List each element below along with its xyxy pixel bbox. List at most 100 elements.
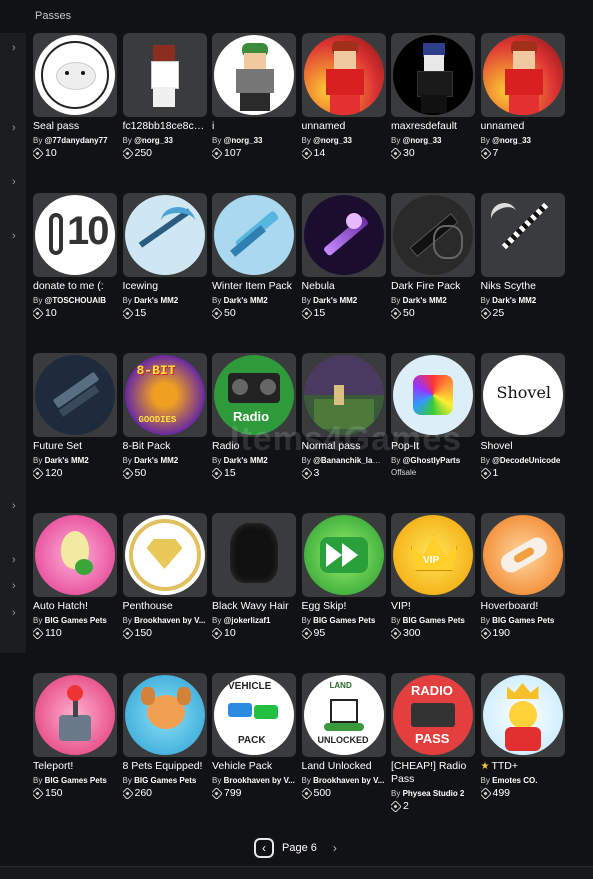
pass-name[interactable]: Winter Item Pack [212, 280, 296, 293]
dark-fire-icon[interactable] [391, 193, 475, 277]
pass-card[interactable]: Radio Radio By Dark's MM2 15 [212, 353, 296, 513]
pass-creator[interactable]: By Brookhaven by V... [302, 775, 386, 786]
ice-scythe-icon[interactable] [122, 193, 207, 277]
pass-name[interactable]: 8 Pets Equipped! [123, 760, 207, 773]
pass-creator[interactable]: By BIG Games Pets [33, 615, 117, 626]
pass-name[interactable]: Radio [212, 440, 296, 453]
shovel-text-icon[interactable]: Shovel [480, 353, 565, 437]
chevron-right-icon[interactable]: › [12, 555, 22, 566]
pass-name[interactable]: Penthouse [123, 600, 207, 613]
chevron-right-icon[interactable]: › [12, 231, 22, 242]
pass-card[interactable]: Normal pass By @Bananchik_lam... 3 [301, 353, 386, 513]
pass-card[interactable]: Egg Skip! By BIG Games Pets 95 [301, 513, 386, 673]
game-scene-icon[interactable] [301, 353, 386, 437]
pass-card[interactable]: Pop-It By @GhostlyParts Offsale [391, 353, 475, 513]
avatar-green-hair-icon[interactable] [212, 33, 296, 117]
next-page-button[interactable]: › [325, 838, 345, 858]
pass-creator[interactable]: By Dark's MM2 [123, 455, 207, 466]
chevron-right-icon[interactable]: › [12, 581, 22, 592]
pass-card[interactable]: 10 donate to me (: By @TOSCHOUAIB 10 [33, 193, 117, 353]
pass-card[interactable]: VEHICLE PACK Vehicle Pack By Brookhaven by … [212, 673, 296, 833]
pass-name[interactable]: i [212, 120, 296, 133]
pass-creator[interactable]: By Dark's MM2 [212, 455, 296, 466]
pass-card[interactable]: fc128bb18ce8c17... By @norg_33 250 [122, 33, 207, 193]
pass-name[interactable]: Pop-It [391, 440, 475, 453]
chevron-right-icon[interactable]: › [12, 123, 22, 134]
pass-card[interactable]: Nebula By Dark's MM2 15 [301, 193, 386, 353]
pass-card[interactable]: unnamed By @norg_33 7 [480, 33, 565, 193]
pass-card[interactable]: Seal pass By @77danydany77 10 [33, 33, 117, 193]
pass-card[interactable]: unnamed By @norg_33 14 [301, 33, 386, 193]
pass-creator[interactable]: By @77danydany77 [33, 135, 117, 146]
previous-page-button[interactable]: ‹ [254, 838, 274, 858]
pass-card[interactable]: Penthouse By Brookhaven by V... 150 [122, 513, 207, 673]
pass-creator[interactable]: By Emotes CO. [481, 775, 565, 786]
avatar-red-hair-icon[interactable] [480, 33, 565, 117]
pass-creator[interactable]: By @norg_33 [302, 135, 386, 146]
pass-creator[interactable]: By BIG Games Pets [33, 775, 117, 786]
ice-knife-icon[interactable] [212, 193, 296, 277]
pass-creator[interactable]: By @DecodeUnicode [481, 455, 565, 466]
pass-card[interactable]: Icewing By Dark's MM2 15 [122, 193, 207, 353]
pass-name[interactable]: Dark Fire Pack [391, 280, 475, 293]
hair-icon[interactable] [212, 513, 296, 597]
chevron-right-icon[interactable]: › [12, 43, 22, 54]
pass-name[interactable]: Teleport! [33, 760, 117, 773]
vehicle-icon[interactable]: VEHICLE PACK [212, 673, 296, 757]
pass-creator[interactable]: By @norg_33 [481, 135, 565, 146]
nebula-knife-icon[interactable] [301, 193, 386, 277]
pass-name[interactable]: Shovel [481, 440, 565, 453]
pass-card[interactable]: Future Set By Dark's MM2 120 [33, 353, 117, 513]
pass-name[interactable]: Hoverboard! [481, 600, 565, 613]
pass-name[interactable]: [CHEAP!] Radio Pass [391, 760, 475, 786]
pass-creator[interactable]: By @GhostlyParts [391, 455, 475, 466]
pass-creator[interactable]: By BIG Games Pets [481, 615, 565, 626]
pass-creator[interactable]: By Brookhaven by V... [212, 775, 296, 786]
pass-creator[interactable]: By @norg_33 [391, 135, 475, 146]
pass-creator[interactable]: By BIG Games Pets [123, 775, 207, 786]
fast-forward-icon[interactable] [301, 513, 386, 597]
pass-card[interactable]: LAND UNLOCKED Land Unlocked By Brookhaven b… [301, 673, 386, 833]
crown-character-icon[interactable] [480, 673, 565, 757]
pass-name[interactable]: ★ TTD+ [481, 760, 565, 773]
pass-name[interactable]: Seal pass [33, 120, 117, 133]
seal-icon[interactable] [33, 33, 117, 117]
pass-name[interactable]: Icewing [123, 280, 207, 293]
pass-card[interactable]: Shovel Shovel By @DecodeUnicode 1 [480, 353, 565, 513]
avatar-figure-icon[interactable] [122, 33, 207, 117]
pass-name[interactable]: fc128bb18ce8c17... [123, 120, 207, 133]
pass-creator[interactable]: By Dark's MM2 [391, 295, 475, 306]
future-gun-icon[interactable] [33, 353, 117, 437]
pass-creator[interactable]: By Dark's MM2 [302, 295, 386, 306]
pass-creator[interactable]: By Dark's MM2 [123, 295, 207, 306]
pass-name[interactable]: Vehicle Pack [212, 760, 296, 773]
pass-creator[interactable]: By Dark's MM2 [33, 455, 117, 466]
pass-name[interactable]: Land Unlocked [302, 760, 386, 773]
pass-creator[interactable]: By Dark's MM2 [481, 295, 565, 306]
pass-card[interactable]: Hoverboard! By BIG Games Pets 190 [480, 513, 565, 673]
pass-name[interactable]: Nebula [302, 280, 386, 293]
checker-scythe-icon[interactable] [480, 193, 565, 277]
chevron-right-icon[interactable]: › [12, 608, 22, 619]
pass-name[interactable]: Normal pass [302, 440, 386, 453]
pass-creator[interactable]: By @norg_33 [212, 135, 296, 146]
pass-card[interactable]: RADIO PASS [CHEAP!] Radio Pass By Physea St… [391, 673, 475, 833]
pass-name[interactable]: Black Wavy Hair [212, 600, 296, 613]
hoverboard-icon[interactable] [480, 513, 565, 597]
pass-creator[interactable]: By @Bananchik_lam... [302, 455, 386, 466]
pass-card[interactable]: ★ TTD+ By Emotes CO. 499 [480, 673, 565, 833]
eight-bit-icon[interactable]: 8-BIT GOODIES [122, 353, 207, 437]
avatar-red-hair-icon[interactable] [301, 33, 386, 117]
pass-card[interactable]: 8-BIT GOODIES 8-Bit Pack By Dark's MM2 50 [122, 353, 207, 513]
pass-card[interactable]: Winter Item Pack By Dark's MM2 50 [212, 193, 296, 353]
pass-card[interactable]: Dark Fire Pack By Dark's MM2 50 [391, 193, 475, 353]
pass-card[interactable]: Black Wavy Hair By @jokerlizaf1 10 [212, 513, 296, 673]
pop-it-icon[interactable] [391, 353, 475, 437]
egg-icon[interactable] [33, 513, 117, 597]
avatar-dark-icon[interactable] [391, 33, 475, 117]
pass-name[interactable]: Egg Skip! [302, 600, 386, 613]
pass-card[interactable]: Auto Hatch! By BIG Games Pets 110 [33, 513, 117, 673]
pass-name[interactable]: maxresdefault [391, 120, 475, 133]
pass-name[interactable]: Future Set [33, 440, 117, 453]
pass-creator[interactable]: By @norg_33 [123, 135, 207, 146]
